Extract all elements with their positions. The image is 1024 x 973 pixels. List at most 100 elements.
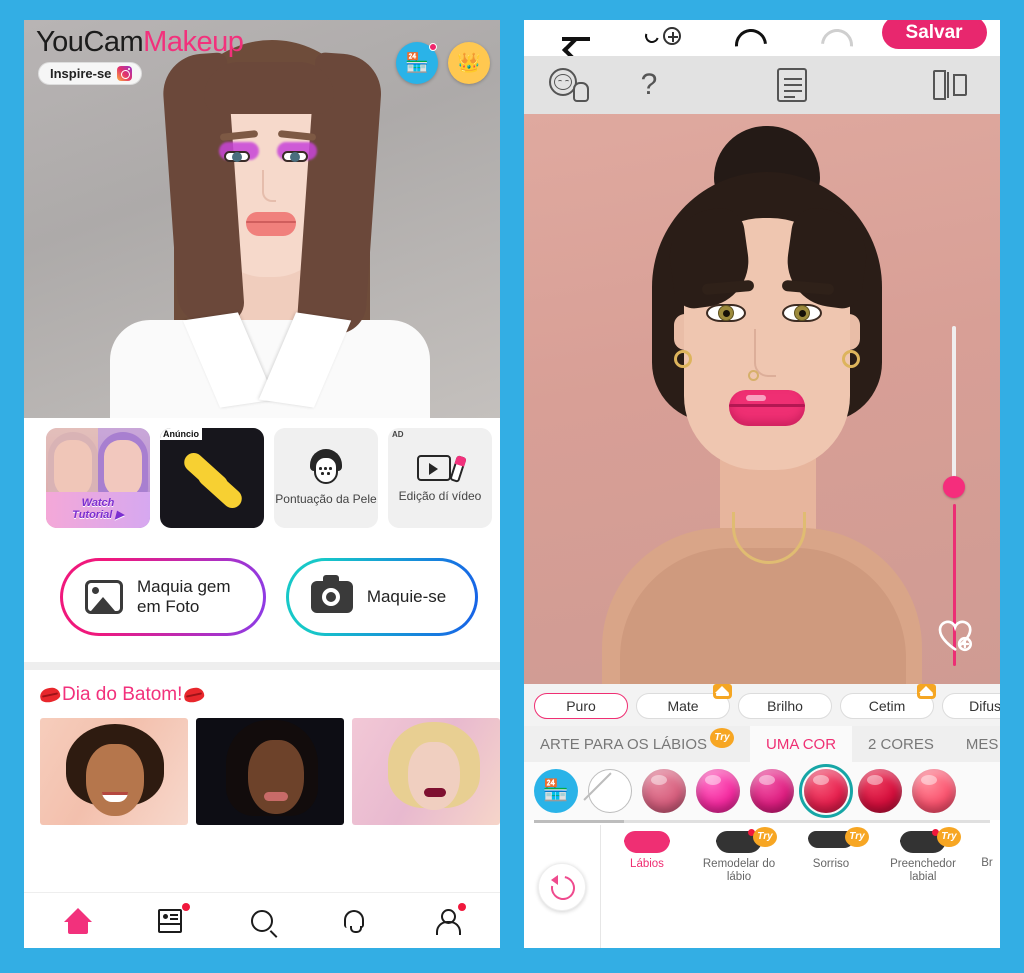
finish-label-brilho: Brilho xyxy=(767,698,803,714)
slider-track-upper xyxy=(952,326,956,478)
add-compare-icon xyxy=(642,26,682,49)
subtab-label-more: MES xyxy=(965,735,999,753)
premium-crown-button[interactable]: 👑 xyxy=(448,42,490,84)
section-title-row: Dia do Batom! xyxy=(40,684,500,706)
tutorial-line2: Tutorial ▶ xyxy=(72,509,124,521)
finish-label-difuso: Difuso xyxy=(969,698,1000,714)
swatch-3[interactable] xyxy=(750,769,794,813)
help-button[interactable]: ? xyxy=(614,70,684,100)
finish-chips-row: Puro Mate Brilho Cetim Difuso xyxy=(524,684,1000,726)
mode-subtabs: ARTE PARA OS LÁBIOS Try UMA COR 2 CORES … xyxy=(524,726,1000,762)
skin-score-card[interactable]: Pontuação da Pele xyxy=(274,428,378,528)
subtab-lip-art[interactable]: ARTE PARA OS LÁBIOS Try xyxy=(524,726,750,762)
model-shirt xyxy=(110,320,430,418)
help-question-icon: ? xyxy=(640,68,658,101)
ad-card[interactable]: Anúncio xyxy=(160,428,264,528)
subject-earring-right xyxy=(842,350,860,368)
swatch-shop[interactable]: 🏪 xyxy=(534,769,578,813)
subtab-two-colors[interactable]: 2 CORES xyxy=(852,726,950,762)
save-button[interactable]: Salvar xyxy=(881,20,987,49)
makeup-live-button[interactable]: Maquie-se xyxy=(286,558,478,636)
lipstick-thumbs-row xyxy=(40,718,500,825)
shop-button[interactable]: 🏪 xyxy=(396,42,438,84)
skin-score-label: Pontuação da Pele xyxy=(275,492,377,507)
photo-editor-canvas[interactable] xyxy=(524,114,1000,684)
premium-crown-icon-cetim xyxy=(917,684,936,699)
swatch-2[interactable] xyxy=(696,769,740,813)
tool-remodelar-labio[interactable]: Try Remodelar do lábio xyxy=(693,827,785,884)
try-badge-remodelar: Try xyxy=(753,827,777,847)
swatch-6[interactable] xyxy=(912,769,956,813)
logo-text-youcam: YouCam xyxy=(36,26,144,58)
finish-chip-brilho[interactable]: Brilho xyxy=(738,693,832,719)
inspire-chip[interactable]: Inspire-se xyxy=(38,62,143,85)
tool-brilho-partial[interactable]: Br xyxy=(969,831,1000,870)
tab-home[interactable] xyxy=(52,901,104,941)
back-button[interactable] xyxy=(534,20,620,56)
subject-nose-ring xyxy=(748,370,759,381)
subject-pupil-left xyxy=(723,310,730,317)
tutorial-face-left xyxy=(54,440,92,498)
subject-nose xyxy=(754,329,776,377)
finish-chip-mate[interactable]: Mate xyxy=(636,684,732,719)
news-icon xyxy=(158,908,182,933)
camera-icon xyxy=(310,575,353,613)
tab-feed[interactable] xyxy=(144,901,196,941)
batom-thumb-1[interactable] xyxy=(40,718,188,825)
tool-labios[interactable]: Lábios xyxy=(601,831,693,871)
tool-sorriso[interactable]: Try Sorriso xyxy=(785,827,877,871)
model-pupil-right xyxy=(290,152,300,162)
finish-chip-cetim[interactable]: Cetim xyxy=(840,684,936,719)
model-lip-line xyxy=(246,221,296,223)
swatch-5[interactable] xyxy=(858,769,902,813)
primary-actions: Maquia gem em Foto Maquie-se xyxy=(24,536,500,662)
makeup-live-label: Maquie-se xyxy=(366,586,447,606)
app-logo: YouCamMakeup xyxy=(36,26,244,59)
subtab-one-color[interactable]: UMA COR xyxy=(750,726,853,762)
tab-notifications[interactable] xyxy=(328,901,380,941)
shop-icon: 🏪 xyxy=(405,53,429,74)
tool-preenchedor-labial[interactable]: Try Preenchedor labial xyxy=(877,827,969,884)
video-edit-card[interactable]: AD Edição dí vídeo xyxy=(388,428,492,528)
crown-icon: 👑 xyxy=(457,53,481,74)
redo-button[interactable] xyxy=(792,20,878,56)
tutorial-face-right xyxy=(104,440,142,498)
batom-thumb-3[interactable] xyxy=(352,718,500,825)
youcam-lip-editor-screen: Salvar ? Puro Mate Brilho Cetim Difus AR… xyxy=(524,20,1000,948)
search-icon xyxy=(251,909,273,932)
video-lipstick-icon xyxy=(417,452,467,486)
add-to-favorites-heart-icon[interactable] xyxy=(938,620,974,652)
section-divider xyxy=(24,662,500,670)
before-after-button[interactable] xyxy=(900,70,1000,100)
finish-chip-difuso[interactable]: Difuso xyxy=(942,693,1000,719)
batom-thumb-2[interactable] xyxy=(196,718,344,825)
tool-label-partial: Br xyxy=(981,857,993,869)
home-icon xyxy=(64,907,92,934)
subtab-label-two-colors: 2 CORES xyxy=(868,735,934,753)
swatch-4[interactable] xyxy=(799,764,853,818)
watch-tutorial-card[interactable]: Watch Tutorial ▶ xyxy=(46,428,150,528)
makeup-on-photo-button[interactable]: Maquia gem em Foto xyxy=(60,558,266,636)
subtab-more[interactable]: MES xyxy=(950,726,1000,762)
slider-thumb[interactable] xyxy=(943,476,965,498)
swatch-none[interactable] xyxy=(588,769,632,813)
bell-icon xyxy=(344,909,364,933)
subtab-label-one-color: UMA COR xyxy=(766,735,837,753)
subject-lip-line xyxy=(729,404,805,407)
reset-button[interactable] xyxy=(538,862,586,911)
tab-search[interactable] xyxy=(236,901,288,941)
tutorial-hand-icon xyxy=(549,68,589,102)
looks-button[interactable] xyxy=(684,68,900,102)
finish-chip-puro[interactable]: Puro xyxy=(534,693,628,719)
tutorial-hand-button[interactable] xyxy=(524,68,614,102)
tab-profile[interactable] xyxy=(420,901,472,941)
undo-button[interactable] xyxy=(706,20,792,56)
swatch-scrollbar[interactable] xyxy=(534,820,990,823)
makeup-on-photo-label: Maquia gem em Foto xyxy=(137,576,231,616)
intensity-slider[interactable] xyxy=(943,326,965,666)
promo-cards-row: Watch Tutorial ▶ Anúncio Pontuação da Pe… xyxy=(24,418,500,536)
feed-badge-dot xyxy=(182,902,190,911)
try-badge-preenchedor: Try xyxy=(937,827,961,847)
swatch-1[interactable] xyxy=(642,769,686,813)
compare-button[interactable] xyxy=(620,20,706,56)
